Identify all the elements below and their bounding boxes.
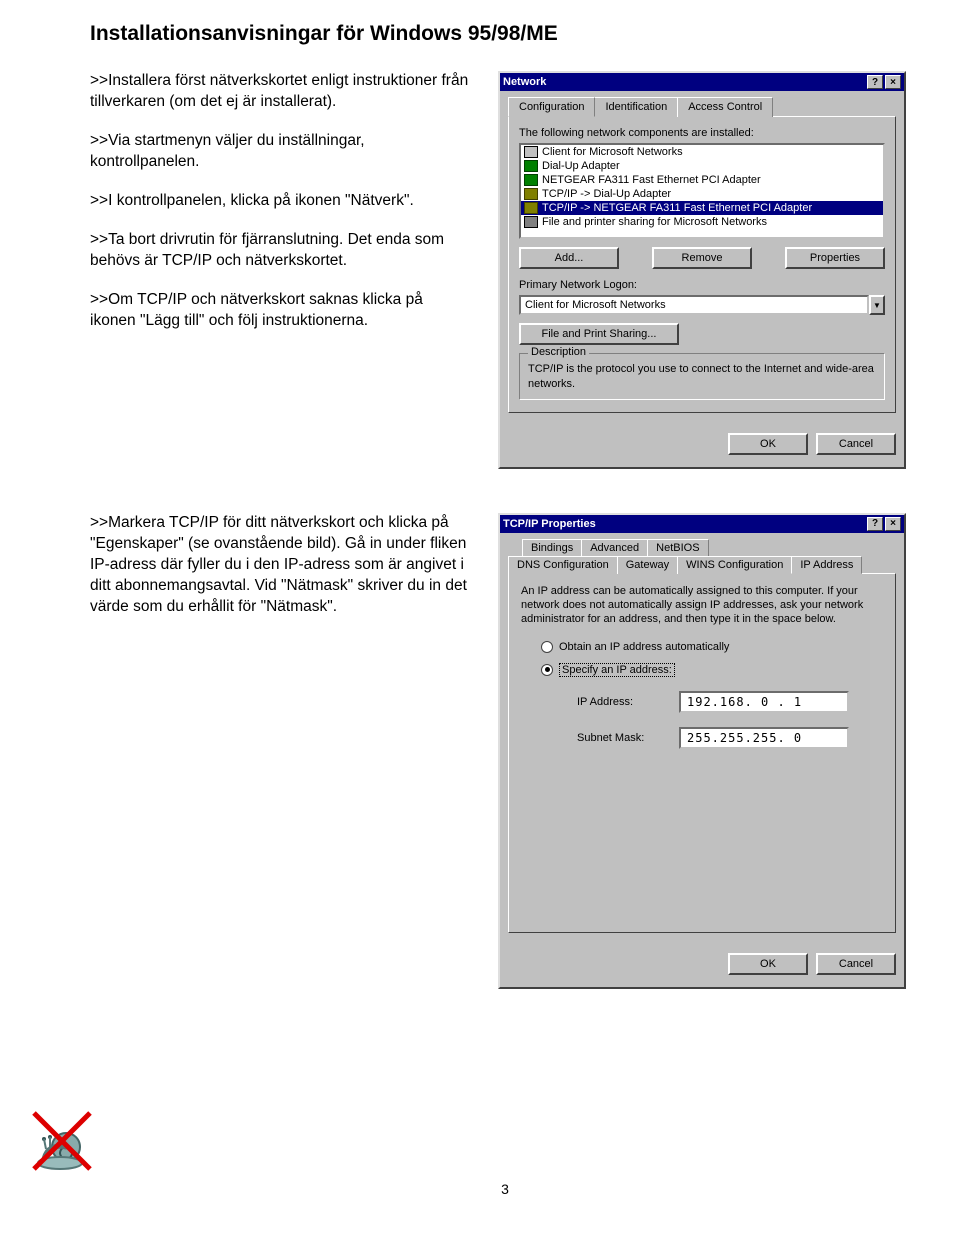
tab-identification[interactable]: Identification	[594, 97, 678, 117]
close-button[interactable]: ×	[885, 517, 901, 531]
instruction-4: >>Ta bort drivrutin för fjärranslutning.…	[90, 230, 470, 272]
list-item-selected[interactable]: TCP/IP -> NETGEAR FA311 Fast Ethernet PC…	[521, 201, 883, 215]
radio-obtain-auto[interactable]: Obtain an IP address automatically	[541, 641, 883, 653]
service-icon	[524, 216, 538, 228]
add-button[interactable]: Add...	[519, 247, 619, 269]
properties-button[interactable]: Properties	[785, 247, 885, 269]
instruction-6: >>Markera TCP/IP för ditt nätverkskort o…	[90, 513, 470, 618]
ip-explain-text: An IP address can be automatically assig…	[521, 584, 883, 627]
subnet-mask-label: Subnet Mask:	[577, 732, 669, 744]
radio-specify[interactable]: Specify an IP address:	[541, 663, 883, 677]
dropdown-arrow-icon[interactable]: ▼	[869, 295, 885, 315]
cancel-button[interactable]: Cancel	[816, 953, 896, 975]
description-text: TCP/IP is the protocol you use to connec…	[528, 362, 876, 391]
tcpip-dialog: TCP/IP Properties ? × Bindings Advanced …	[498, 513, 906, 989]
instructions-block-2: >>Markera TCP/IP för ditt nätverkskort o…	[90, 513, 470, 636]
tab-gateway[interactable]: Gateway	[617, 556, 678, 574]
subnet-mask-input[interactable]: 255.255.255. 0	[679, 727, 849, 749]
file-print-sharing-button[interactable]: File and Print Sharing...	[519, 323, 679, 345]
radio-obtain-auto-label: Obtain an IP address automatically	[559, 641, 729, 653]
protocol-icon	[524, 188, 538, 200]
description-group-label: Description	[528, 346, 589, 358]
radio-icon-selected	[541, 664, 553, 676]
instructions-block-1: >>Installera först nätverkskortet enligt…	[90, 71, 470, 349]
network-dialog: Network ? × Configuration Identification…	[498, 71, 906, 469]
tab-bindings[interactable]: Bindings	[522, 539, 582, 556]
page-title: Installationsanvisningar för Windows 95/…	[90, 20, 920, 47]
list-item[interactable]: File and printer sharing for Microsoft N…	[521, 215, 883, 229]
tcpip-dialog-title: TCP/IP Properties	[503, 518, 596, 530]
instruction-2: >>Via startmenyn väljer du inställningar…	[90, 131, 470, 173]
instruction-1: >>Installera först nätverkskortet enligt…	[90, 71, 470, 113]
adapter-icon	[524, 174, 538, 186]
list-item[interactable]: NETGEAR FA311 Fast Ethernet PCI Adapter	[521, 173, 883, 187]
instruction-3: >>I kontrollpanelen, klicka på ikonen "N…	[90, 191, 470, 212]
list-item[interactable]: TCP/IP -> Dial-Up Adapter	[521, 187, 883, 201]
instruction-5: >>Om TCP/IP och nätverkskort saknas klic…	[90, 290, 470, 332]
tab-advanced[interactable]: Advanced	[581, 539, 648, 556]
protocol-icon	[524, 202, 538, 214]
ip-address-input[interactable]: 192.168. 0 . 1	[679, 691, 849, 713]
radio-icon	[541, 641, 553, 653]
help-button[interactable]: ?	[867, 75, 883, 89]
tab-wins[interactable]: WINS Configuration	[677, 556, 792, 574]
ok-button[interactable]: OK	[728, 953, 808, 975]
tab-configuration[interactable]: Configuration	[508, 97, 595, 117]
primary-logon-combo[interactable]: ▼	[519, 295, 885, 315]
ok-button[interactable]: OK	[728, 433, 808, 455]
list-item[interactable]: Dial-Up Adapter	[521, 159, 883, 173]
tab-dns[interactable]: DNS Configuration	[508, 556, 618, 574]
tab-ip-address[interactable]: IP Address	[791, 556, 862, 574]
primary-logon-value[interactable]	[519, 295, 869, 315]
remove-button[interactable]: Remove	[652, 247, 752, 269]
components-listbox[interactable]: Client for Microsoft Networks Dial-Up Ad…	[519, 143, 885, 239]
client-icon	[524, 146, 538, 158]
help-button[interactable]: ?	[867, 517, 883, 531]
radio-specify-label: Specify an IP address:	[559, 663, 675, 677]
network-dialog-title: Network	[503, 76, 546, 88]
tab-netbios[interactable]: NetBIOS	[647, 539, 708, 556]
tab-access-control[interactable]: Access Control	[677, 97, 773, 117]
cancel-button[interactable]: Cancel	[816, 433, 896, 455]
ip-address-label: IP Address:	[577, 696, 669, 708]
close-button[interactable]: ×	[885, 75, 901, 89]
page-number: 3	[90, 1181, 920, 1197]
no-snail-icon	[30, 1109, 94, 1173]
list-item[interactable]: Client for Microsoft Networks	[521, 145, 883, 159]
primary-logon-label: Primary Network Logon:	[519, 279, 885, 291]
installed-components-label: The following network components are ins…	[519, 127, 885, 139]
adapter-icon	[524, 160, 538, 172]
